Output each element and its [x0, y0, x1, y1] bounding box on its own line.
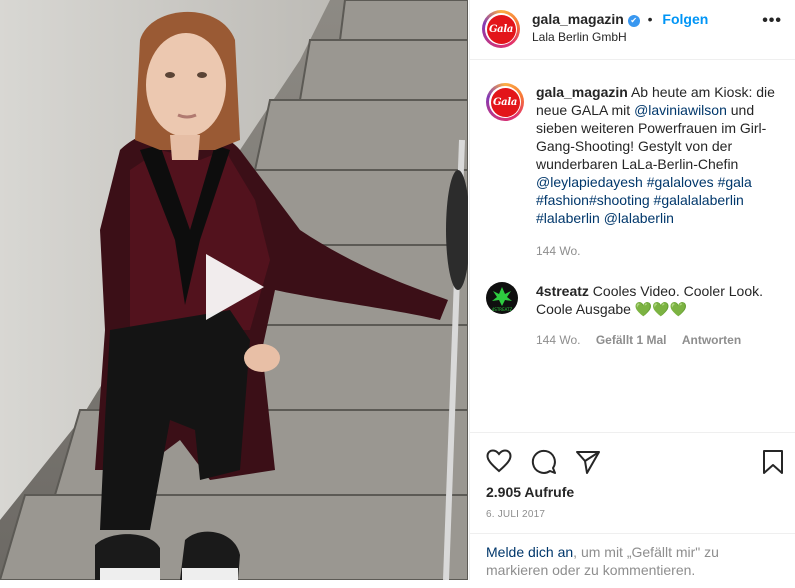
commenter-avatar[interactable]: 4STREATZ	[486, 282, 518, 314]
gala-logo: Gala	[490, 87, 520, 117]
hashtag-galalalaberlin[interactable]: #galalalaberlin	[654, 192, 744, 208]
commenter-logo-icon: 4STREATZ	[492, 287, 513, 312]
profile-avatar[interactable]: Gala	[482, 10, 520, 48]
comment-text: 4streatz Cooles Video. Cooler Look. Cool…	[536, 282, 782, 349]
caption-username[interactable]: gala_magazin	[536, 84, 628, 100]
play-icon	[206, 254, 264, 320]
caption-avatar[interactable]: Gala	[486, 83, 524, 121]
follow-button[interactable]: Folgen	[662, 11, 708, 27]
hashtag-galaloves[interactable]: #galaloves	[647, 174, 714, 190]
post-date[interactable]: 6. JULI 2017	[486, 509, 545, 520]
post-header: Gala gala_magazin ✔ • Folgen Lala Berlin…	[470, 0, 795, 60]
hashtag-shooting[interactable]: #shooting	[589, 192, 650, 208]
comment-icon[interactable]	[531, 449, 557, 480]
mention-leylapiedayesh[interactable]: @leylapiedayesh	[536, 174, 643, 190]
location-link[interactable]: Lala Berlin GmbH	[532, 30, 627, 44]
mention-lalaberlin[interactable]: @lalaberlin	[604, 210, 674, 226]
hashtag-fashion[interactable]: #fashion	[536, 192, 589, 208]
verified-badge-icon: ✔	[627, 15, 640, 27]
login-link[interactable]: Melde dich an	[486, 544, 573, 560]
heart-icon[interactable]	[486, 449, 512, 478]
separator-dot: •	[647, 11, 653, 27]
more-options-icon[interactable]: •••	[762, 12, 782, 30]
gala-logo: Gala	[486, 14, 516, 44]
comments-section[interactable]: Gala gala_magazin Ab heute am Kiosk: die…	[470, 60, 795, 432]
header-username[interactable]: gala_magazin	[532, 11, 624, 27]
comment-age[interactable]: 144 Wo.	[536, 333, 580, 347]
bookmark-icon[interactable]	[762, 449, 784, 480]
comment-likes[interactable]: Gefällt 1 Mal	[596, 333, 667, 347]
reply-button[interactable]: Antworten	[682, 333, 741, 347]
commenter-logo-text: 4STREATZ	[492, 307, 513, 312]
share-icon[interactable]	[575, 449, 601, 480]
mention-laviniawilson[interactable]: @laviniawilson	[634, 102, 727, 118]
post-actions: 2.905 Aufrufe 6. JULI 2017 Melde dich an…	[470, 432, 795, 581]
post-sidebar: Gala gala_magazin ✔ • Folgen Lala Berlin…	[469, 0, 795, 580]
hashtag-gala[interactable]: #gala	[718, 174, 752, 190]
view-count[interactable]: 2.905 Aufrufe	[486, 484, 574, 500]
caption-text: gala_magazin Ab heute am Kiosk: die neue…	[536, 83, 782, 260]
green-heart-emojis: 💚💚💚	[634, 301, 688, 317]
comment-username[interactable]: 4streatz	[536, 283, 589, 299]
hashtag-lalaberlin[interactable]: #lalaberlin	[536, 210, 600, 226]
play-button[interactable]	[198, 252, 268, 322]
caption-age[interactable]: 144 Wo.	[536, 244, 580, 258]
video-player[interactable]	[0, 0, 468, 580]
